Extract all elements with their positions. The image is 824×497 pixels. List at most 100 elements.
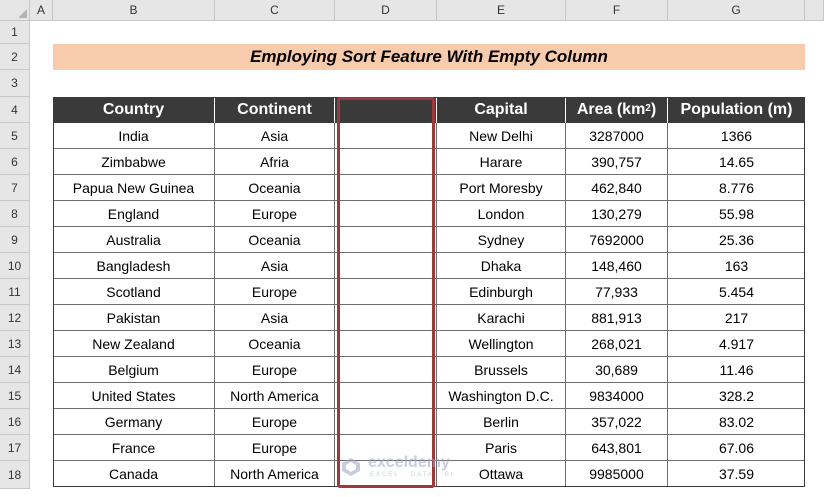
cell-area[interactable]: 7692000 <box>566 227 668 253</box>
cell-country[interactable]: England <box>53 201 215 227</box>
cell-capital[interactable]: Edinburgh <box>437 279 566 305</box>
cell-country[interactable]: Bangladesh <box>53 253 215 279</box>
cell-continent[interactable]: North America <box>215 461 335 487</box>
cell-country[interactable]: Zimbabwe <box>53 149 215 175</box>
select-all-corner[interactable] <box>0 0 30 21</box>
cell-empty[interactable] <box>335 149 437 175</box>
cell-empty[interactable] <box>335 357 437 383</box>
cell-population[interactable]: 25.36 <box>668 227 805 253</box>
cell-area[interactable]: 9985000 <box>566 461 668 487</box>
column-header-d[interactable]: D <box>335 0 437 21</box>
cell-population[interactable]: 328.2 <box>668 383 805 409</box>
cell-capital[interactable]: New Delhi <box>437 123 566 149</box>
cell-empty[interactable] <box>335 123 437 149</box>
cell-continent[interactable]: Europe <box>215 279 335 305</box>
cell-area[interactable]: 30,689 <box>566 357 668 383</box>
cell-country[interactable]: France <box>53 435 215 461</box>
header-capital[interactable]: Capital <box>437 97 566 123</box>
column-header-b[interactable]: B <box>53 0 215 21</box>
cell-capital[interactable]: Wellington <box>437 331 566 357</box>
row-header-18[interactable]: 18 <box>0 461 30 489</box>
row-header-11[interactable]: 11 <box>0 279 30 305</box>
cell-capital[interactable]: Brussels <box>437 357 566 383</box>
cell-capital[interactable]: Port Moresby <box>437 175 566 201</box>
cell-empty[interactable] <box>335 175 437 201</box>
sheet-title[interactable]: Employing Sort Feature With Empty Column <box>53 44 805 70</box>
cell-continent[interactable]: Oceania <box>215 227 335 253</box>
cell-empty[interactable] <box>335 253 437 279</box>
cell-population[interactable]: 14.65 <box>668 149 805 175</box>
row-header-7[interactable]: 7 <box>0 175 30 201</box>
row-header-4[interactable]: 4 <box>0 97 30 123</box>
cell-capital[interactable]: Sydney <box>437 227 566 253</box>
cell-empty[interactable] <box>335 279 437 305</box>
cell-population[interactable]: 163 <box>668 253 805 279</box>
cell-continent[interactable]: Asia <box>215 123 335 149</box>
column-header-c[interactable]: C <box>215 0 335 21</box>
cell-continent[interactable]: Afria <box>215 149 335 175</box>
cell-continent[interactable]: Asia <box>215 253 335 279</box>
row-header-14[interactable]: 14 <box>0 357 30 383</box>
cell-empty[interactable] <box>335 383 437 409</box>
row-header-10[interactable]: 10 <box>0 253 30 279</box>
cell-country[interactable]: Pakistan <box>53 305 215 331</box>
header-empty-column[interactable] <box>335 97 437 123</box>
cell-area[interactable]: 9834000 <box>566 383 668 409</box>
cell-capital[interactable]: Harare <box>437 149 566 175</box>
cell-capital[interactable]: Berlin <box>437 409 566 435</box>
row-header-5[interactable]: 5 <box>0 123 30 149</box>
column-header-e[interactable]: E <box>437 0 566 21</box>
cell-population[interactable]: 55.98 <box>668 201 805 227</box>
row-header-6[interactable]: 6 <box>0 149 30 175</box>
cell-empty[interactable] <box>335 331 437 357</box>
cell-population[interactable]: 8.776 <box>668 175 805 201</box>
cell-area[interactable]: 268,021 <box>566 331 668 357</box>
column-header-f[interactable]: F <box>566 0 668 21</box>
cell-capital[interactable]: Karachi <box>437 305 566 331</box>
cell-country[interactable]: Germany <box>53 409 215 435</box>
cell-capital[interactable]: London <box>437 201 566 227</box>
row-header-15[interactable]: 15 <box>0 383 30 409</box>
row-header-1[interactable]: 1 <box>0 21 30 44</box>
column-header-g[interactable]: G <box>668 0 805 21</box>
cell-capital[interactable]: Washington D.C. <box>437 383 566 409</box>
cell-continent[interactable]: Oceania <box>215 175 335 201</box>
cell-country[interactable]: Australia <box>53 227 215 253</box>
cell-continent[interactable]: Oceania <box>215 331 335 357</box>
cell-country[interactable]: Belgium <box>53 357 215 383</box>
cell-continent[interactable]: Europe <box>215 435 335 461</box>
header-continent[interactable]: Continent <box>215 97 335 123</box>
cell-population[interactable]: 67.06 <box>668 435 805 461</box>
cell-population[interactable]: 37.59 <box>668 461 805 487</box>
cell-population[interactable]: 83.02 <box>668 409 805 435</box>
row-header-2[interactable]: 2 <box>0 44 30 70</box>
cell-population[interactable]: 11.46 <box>668 357 805 383</box>
header-country[interactable]: Country <box>53 97 215 123</box>
cell-population[interactable]: 1366 <box>668 123 805 149</box>
row-header-12[interactable]: 12 <box>0 305 30 331</box>
cell-country[interactable]: United States <box>53 383 215 409</box>
header-population[interactable]: Population (m) <box>668 97 805 123</box>
cell-continent[interactable]: Europe <box>215 409 335 435</box>
cell-continent[interactable]: Asia <box>215 305 335 331</box>
cell-population[interactable]: 5.454 <box>668 279 805 305</box>
cell-area[interactable]: 390,757 <box>566 149 668 175</box>
row-header-3[interactable]: 3 <box>0 70 30 97</box>
row-header-17[interactable]: 17 <box>0 435 30 461</box>
cell-area[interactable]: 3287000 <box>566 123 668 149</box>
cell-empty[interactable] <box>335 201 437 227</box>
cell-continent[interactable]: North America <box>215 383 335 409</box>
column-header-a[interactable]: A <box>30 0 53 21</box>
cell-empty[interactable] <box>335 227 437 253</box>
cell-country[interactable]: Papua New Guinea <box>53 175 215 201</box>
cell-area[interactable]: 881,913 <box>566 305 668 331</box>
cell-empty[interactable] <box>335 305 437 331</box>
cell-area[interactable]: 130,279 <box>566 201 668 227</box>
cell-capital[interactable]: Dhaka <box>437 253 566 279</box>
cell-area[interactable]: 462,840 <box>566 175 668 201</box>
row-header-16[interactable]: 16 <box>0 409 30 435</box>
cell-population[interactable]: 4.917 <box>668 331 805 357</box>
cell-country[interactable]: India <box>53 123 215 149</box>
cell-population[interactable]: 217 <box>668 305 805 331</box>
cell-area[interactable]: 148,460 <box>566 253 668 279</box>
